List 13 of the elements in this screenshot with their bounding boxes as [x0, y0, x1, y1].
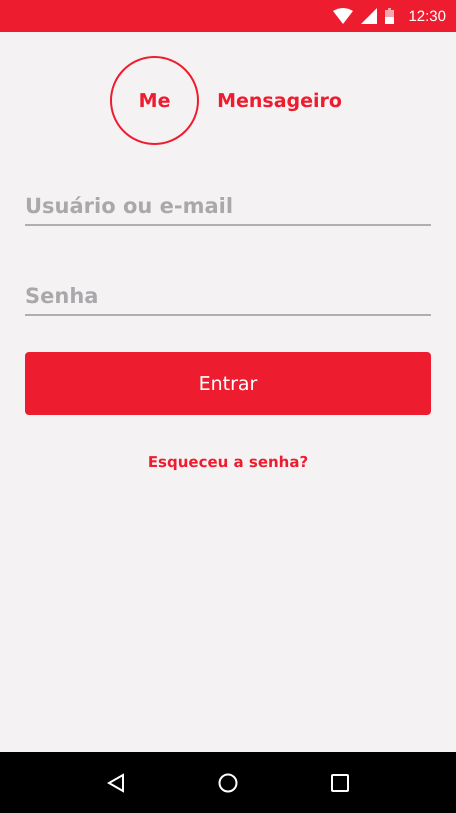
app-name: Mensageiro — [217, 90, 342, 112]
home-icon[interactable] — [218, 772, 238, 792]
login-button[interactable]: Entrar — [25, 352, 431, 415]
clock: 12:30 — [408, 8, 446, 24]
recents-icon[interactable] — [331, 774, 350, 792]
logo-mark: Me — [110, 56, 200, 145]
wifi-icon — [333, 8, 354, 24]
forgot-password-link[interactable]: Esqueceu a senha? — [148, 453, 308, 471]
battery-icon — [385, 8, 394, 24]
signal-icon — [361, 8, 378, 24]
back-icon[interactable] — [106, 772, 125, 792]
input-field[interactable]: Senha — [25, 284, 431, 316]
input-field[interactable]: Usuário ou e-mail — [25, 194, 431, 226]
